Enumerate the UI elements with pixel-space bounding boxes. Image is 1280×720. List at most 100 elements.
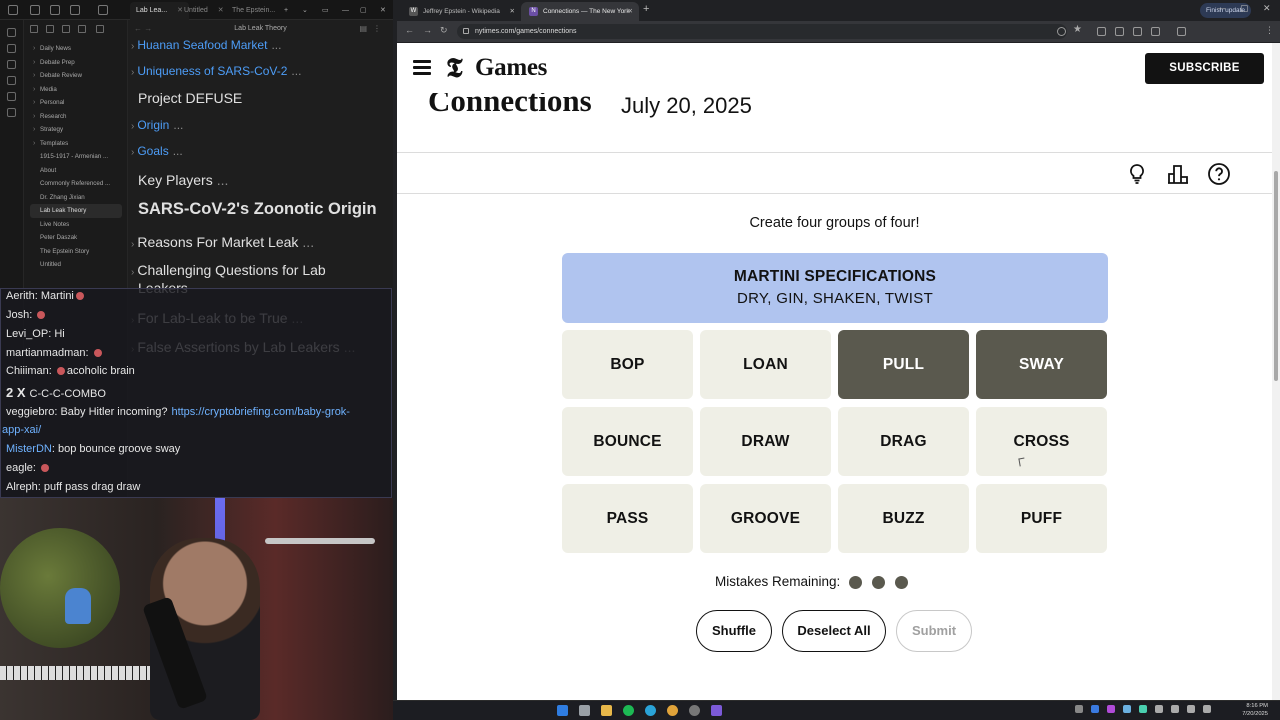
close-tab-icon[interactable]: ✕ (510, 2, 515, 21)
close-window-icon[interactable]: ✕ (1263, 3, 1271, 14)
outline-heading[interactable]: › Reasons For Market Leak... (128, 234, 314, 250)
outline-heading[interactable]: Project DEFUSE (138, 90, 242, 106)
browser-menu-icon[interactable]: ⋮ (1265, 25, 1274, 36)
folder-item[interactable]: Strategy (24, 123, 128, 137)
back-forward-icon[interactable]: ← → (134, 20, 152, 38)
file-item[interactable]: Dr. Zhang Jixian (24, 191, 128, 205)
file-item[interactable]: Peter Daszak (24, 231, 128, 245)
chat-link[interactable]: https://cryptobriefing.com/baby-grok- (171, 406, 350, 418)
chevron-right-icon[interactable]: › (131, 121, 134, 132)
folder-item[interactable]: Research (24, 110, 128, 124)
forward-icon[interactable]: → (423, 25, 432, 35)
clock[interactable]: 8:16 PM 7/20/2025 (1228, 702, 1268, 718)
deselect-all-button[interactable]: Deselect All (782, 610, 886, 652)
stats-icon[interactable] (1166, 162, 1190, 186)
sort-icon[interactable] (62, 25, 70, 33)
folder-icon[interactable] (30, 5, 40, 15)
edge-icon[interactable] (645, 705, 656, 716)
outline-heading[interactable]: › Uniqueness of SARS-CoV-2... (128, 64, 301, 78)
file-item[interactable]: Commonly Referenced ... (24, 177, 128, 191)
nyt-logo-icon[interactable]: 𝕿 (446, 53, 463, 85)
file-item[interactable]: Untitled (24, 258, 128, 272)
network-icon[interactable] (1171, 705, 1179, 713)
file-item[interactable]: Live Notes (24, 218, 128, 232)
word-card[interactable]: PUFF (976, 484, 1107, 553)
close-window-icon[interactable]: ✕ (374, 2, 392, 20)
chat-username[interactable]: Alreph (6, 481, 38, 493)
outline-heading[interactable]: › Huanan Seafood Market... (128, 38, 281, 52)
menu-icon[interactable] (413, 60, 431, 75)
chevron-right-icon[interactable]: › (131, 267, 134, 278)
chevron-right-icon[interactable]: › (131, 147, 134, 158)
new-folder-icon[interactable] (46, 25, 54, 33)
sidepanel-icon[interactable] (1177, 27, 1186, 36)
tray-icon[interactable] (1091, 705, 1099, 713)
sidebar-toggle-icon[interactable] (8, 5, 18, 15)
chat-username[interactable]: Levi_OP (6, 328, 48, 340)
chat-username[interactable]: Josh (6, 309, 29, 321)
subscribe-button[interactable]: SUBSCRIBE (1145, 53, 1264, 84)
new-tab-icon[interactable]: + (278, 2, 294, 20)
page-scrollbar[interactable] (1272, 43, 1280, 700)
tray-icon[interactable] (1155, 705, 1163, 713)
word-card[interactable]: DRAW (700, 407, 831, 476)
shuffle-button[interactable]: Shuffle (696, 610, 772, 652)
extension-icon[interactable] (1097, 27, 1106, 36)
word-card[interactable]: SWAY (976, 330, 1107, 399)
task-view-icon[interactable] (579, 705, 590, 716)
bookmark-star-icon[interactable]: ★ (1073, 24, 1082, 35)
obsidian-icon[interactable] (711, 705, 722, 716)
chevron-right-icon[interactable]: › (131, 239, 134, 250)
hint-lightbulb-icon[interactable] (1125, 162, 1149, 186)
graph-icon[interactable] (7, 60, 16, 69)
chat-link[interactable]: app-xai/ (2, 424, 41, 436)
chevron-right-icon[interactable]: › (131, 67, 134, 78)
folder-item[interactable]: Personal (24, 96, 128, 110)
tray-icon[interactable] (1123, 705, 1131, 713)
minimize-icon[interactable]: — (1217, 3, 1226, 13)
chat-username[interactable]: veggiebro (6, 406, 54, 418)
bookmark-icon[interactable] (70, 5, 80, 15)
terminal-icon[interactable] (7, 108, 16, 117)
outline-heading[interactable]: › Challenging Questions for Lab (128, 262, 326, 278)
extension-icon[interactable] (1115, 27, 1124, 36)
close-icon[interactable] (96, 25, 104, 33)
chevron-right-icon[interactable]: › (131, 41, 134, 52)
send-icon[interactable] (7, 28, 16, 37)
word-card[interactable]: CROSS (976, 407, 1107, 476)
file-item[interactable]: Lab Leak Theory (30, 204, 122, 218)
extension-icon[interactable] (1133, 27, 1142, 36)
extensions-puzzle-icon[interactable] (1151, 27, 1160, 36)
volume-icon[interactable] (1187, 705, 1195, 713)
tray-icon[interactable] (1139, 705, 1147, 713)
word-card[interactable]: PASS (562, 484, 693, 553)
file-explorer-icon[interactable] (601, 705, 612, 716)
folder-item[interactable]: Media (24, 83, 128, 97)
chat-username[interactable]: martianmadman (6, 347, 85, 359)
copy-icon[interactable] (7, 92, 16, 101)
word-card[interactable]: GROOVE (700, 484, 831, 553)
sidebar-right-icon[interactable]: ▭ (316, 2, 335, 20)
back-icon[interactable]: ← (405, 25, 414, 35)
collapse-icon[interactable] (78, 25, 86, 33)
outline-heading[interactable]: › Goals... (128, 144, 183, 158)
start-icon[interactable] (557, 705, 568, 716)
chevron-down-icon[interactable]: ⌄ (296, 2, 314, 20)
chevron-down-icon[interactable] (98, 5, 108, 15)
minimize-icon[interactable]: — (336, 2, 355, 20)
folder-item[interactable]: Templates (24, 137, 128, 151)
chat-username[interactable]: Aerith (6, 290, 35, 302)
new-note-icon[interactable] (30, 25, 38, 33)
close-tab-icon[interactable]: ✕ (628, 2, 633, 21)
close-icon[interactable]: ✕ (218, 7, 224, 14)
file-item[interactable]: 1915-1917 - Armenian ... (24, 150, 128, 164)
games-brand[interactable]: Games (475, 54, 547, 82)
word-card[interactable]: PULL (838, 330, 969, 399)
maximize-icon[interactable]: ▢ (354, 2, 373, 20)
tray-icon[interactable] (1107, 705, 1115, 713)
outline-heading[interactable]: Key Players... (138, 172, 228, 188)
spotify-icon[interactable] (623, 705, 634, 716)
maximize-icon[interactable]: ▢ (1240, 3, 1249, 14)
tab-untitled[interactable]: Untitled ✕ (178, 2, 230, 20)
scrollbar-thumb[interactable] (1274, 171, 1278, 381)
